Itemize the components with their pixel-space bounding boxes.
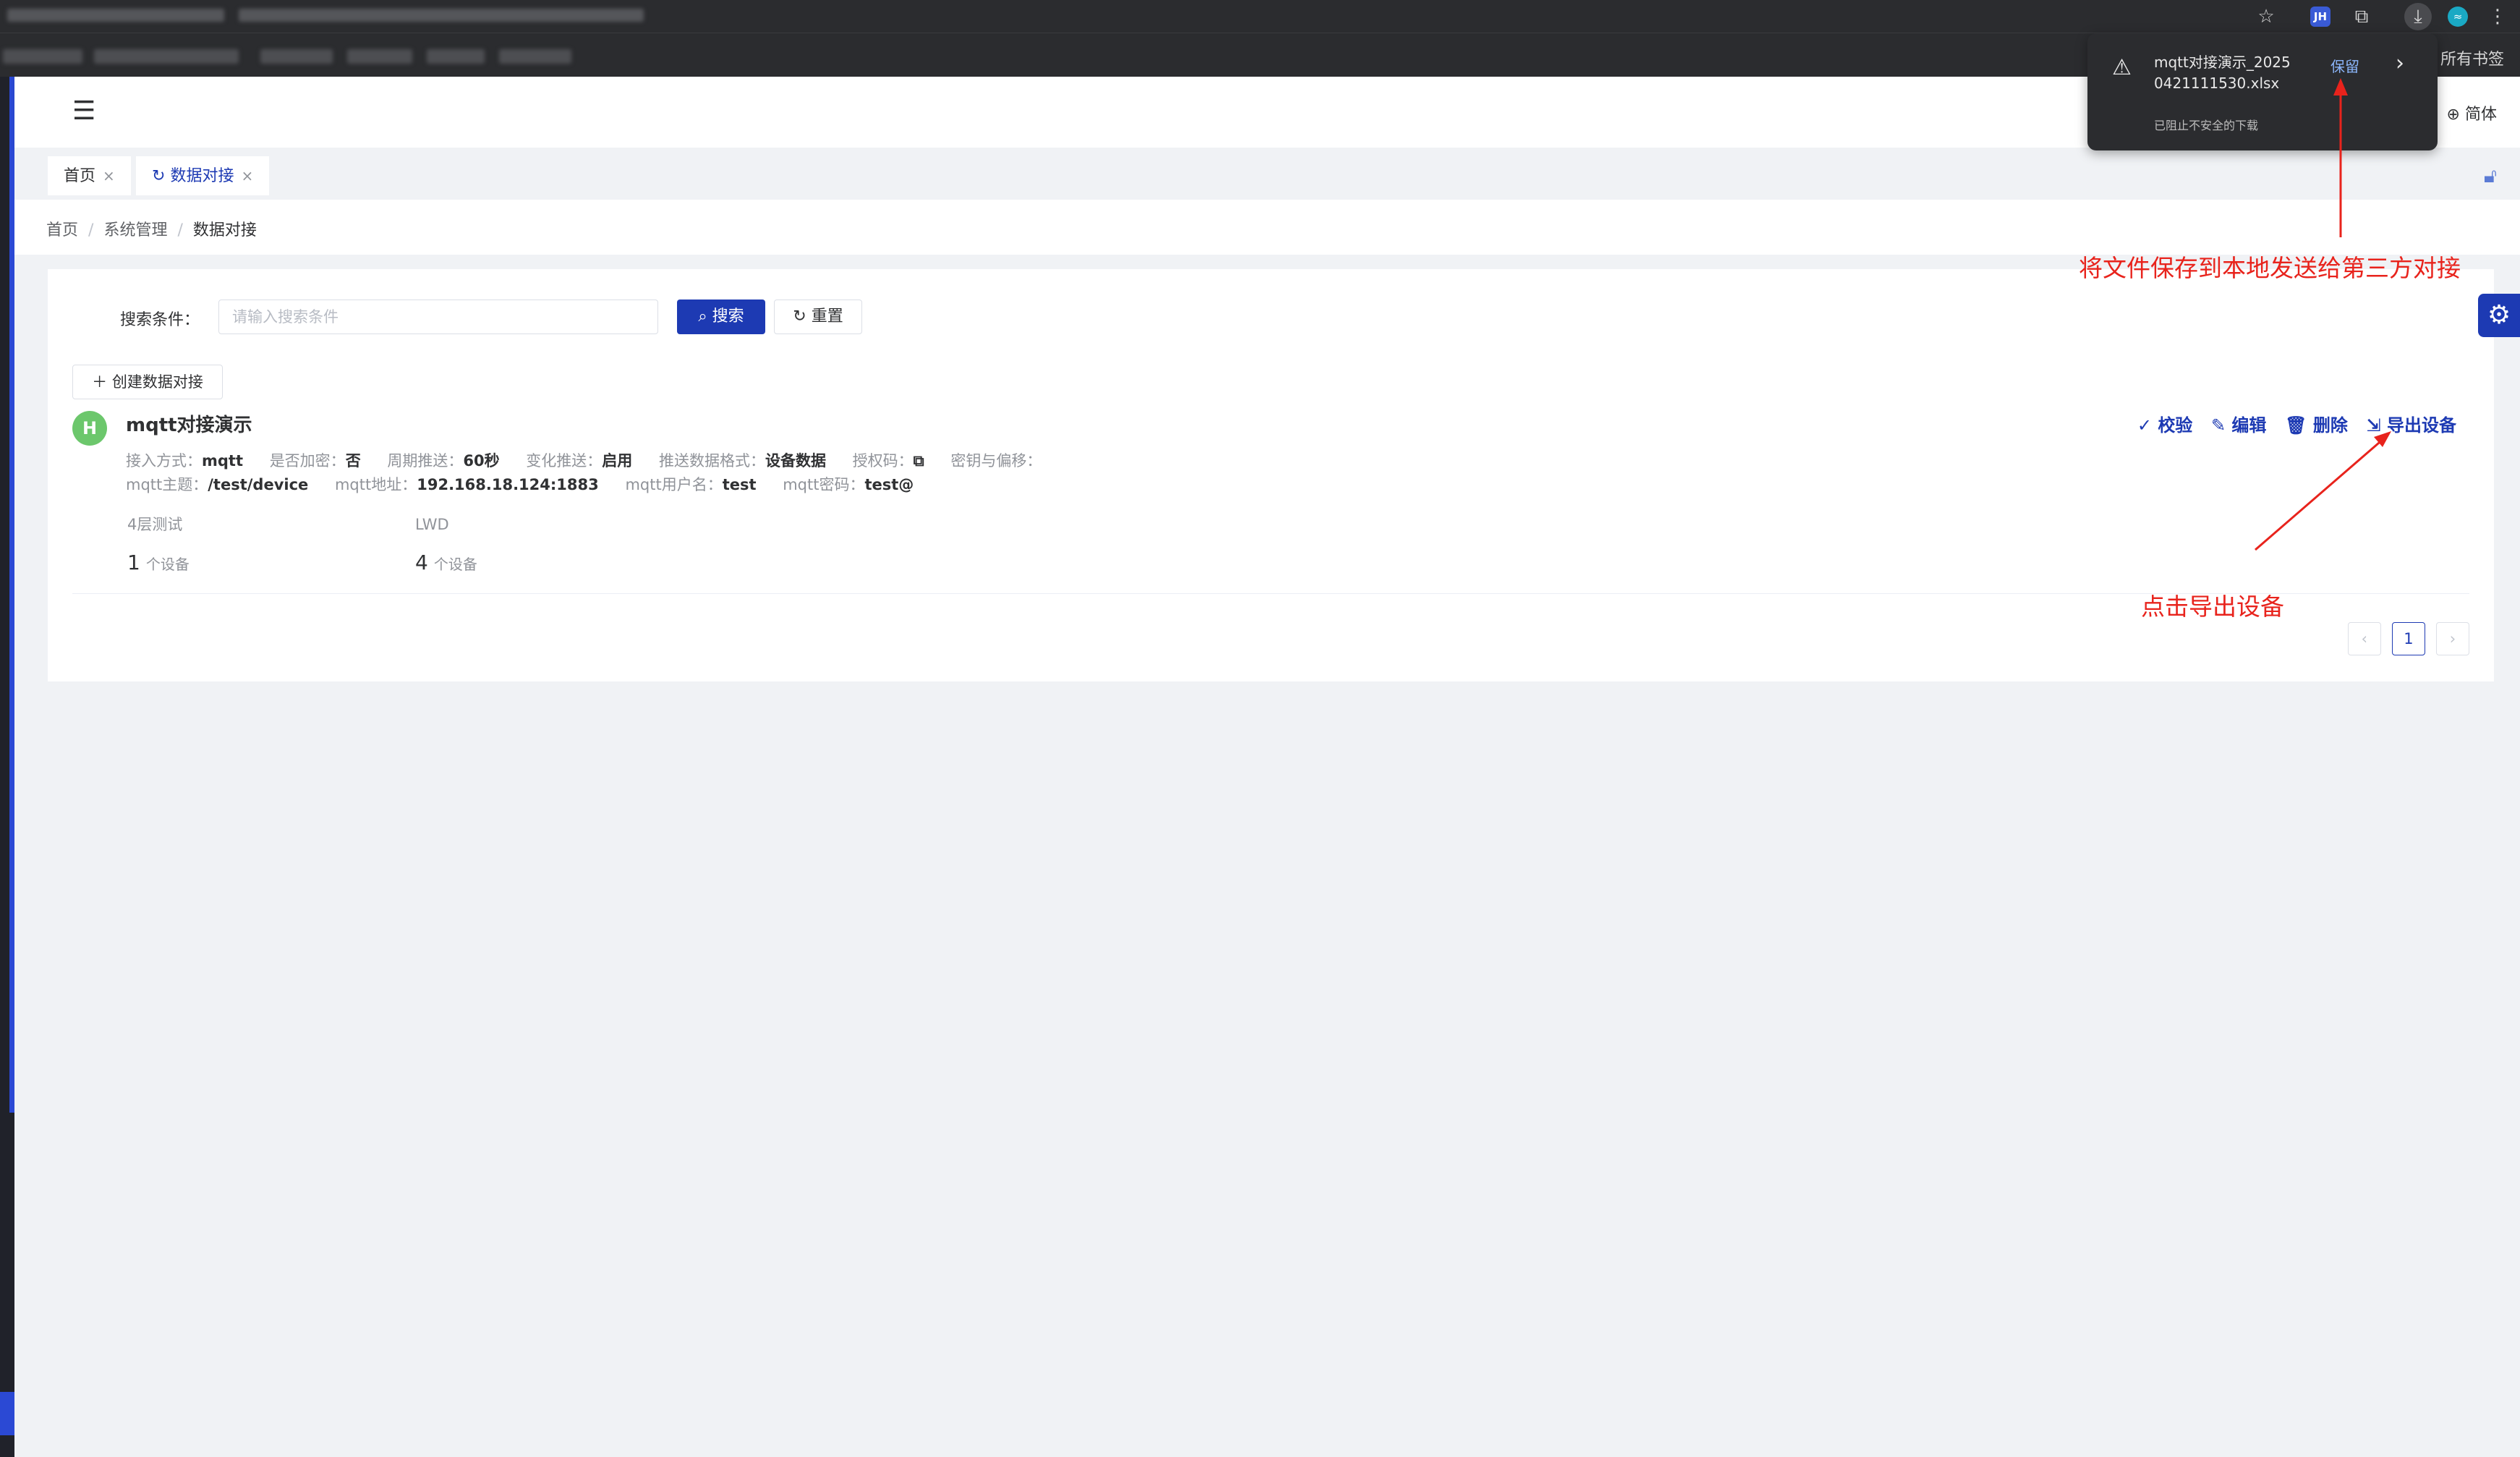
annotation-arrows [2255,78,2391,551]
annotation-click-note: 点击导出设备 [2141,592,2284,621]
arrowhead [2333,78,2348,95]
annotation-arrow-export [2255,437,2385,551]
annotation-save-note: 将文件保存到本地发送给第三方对接 [2079,254,2461,282]
